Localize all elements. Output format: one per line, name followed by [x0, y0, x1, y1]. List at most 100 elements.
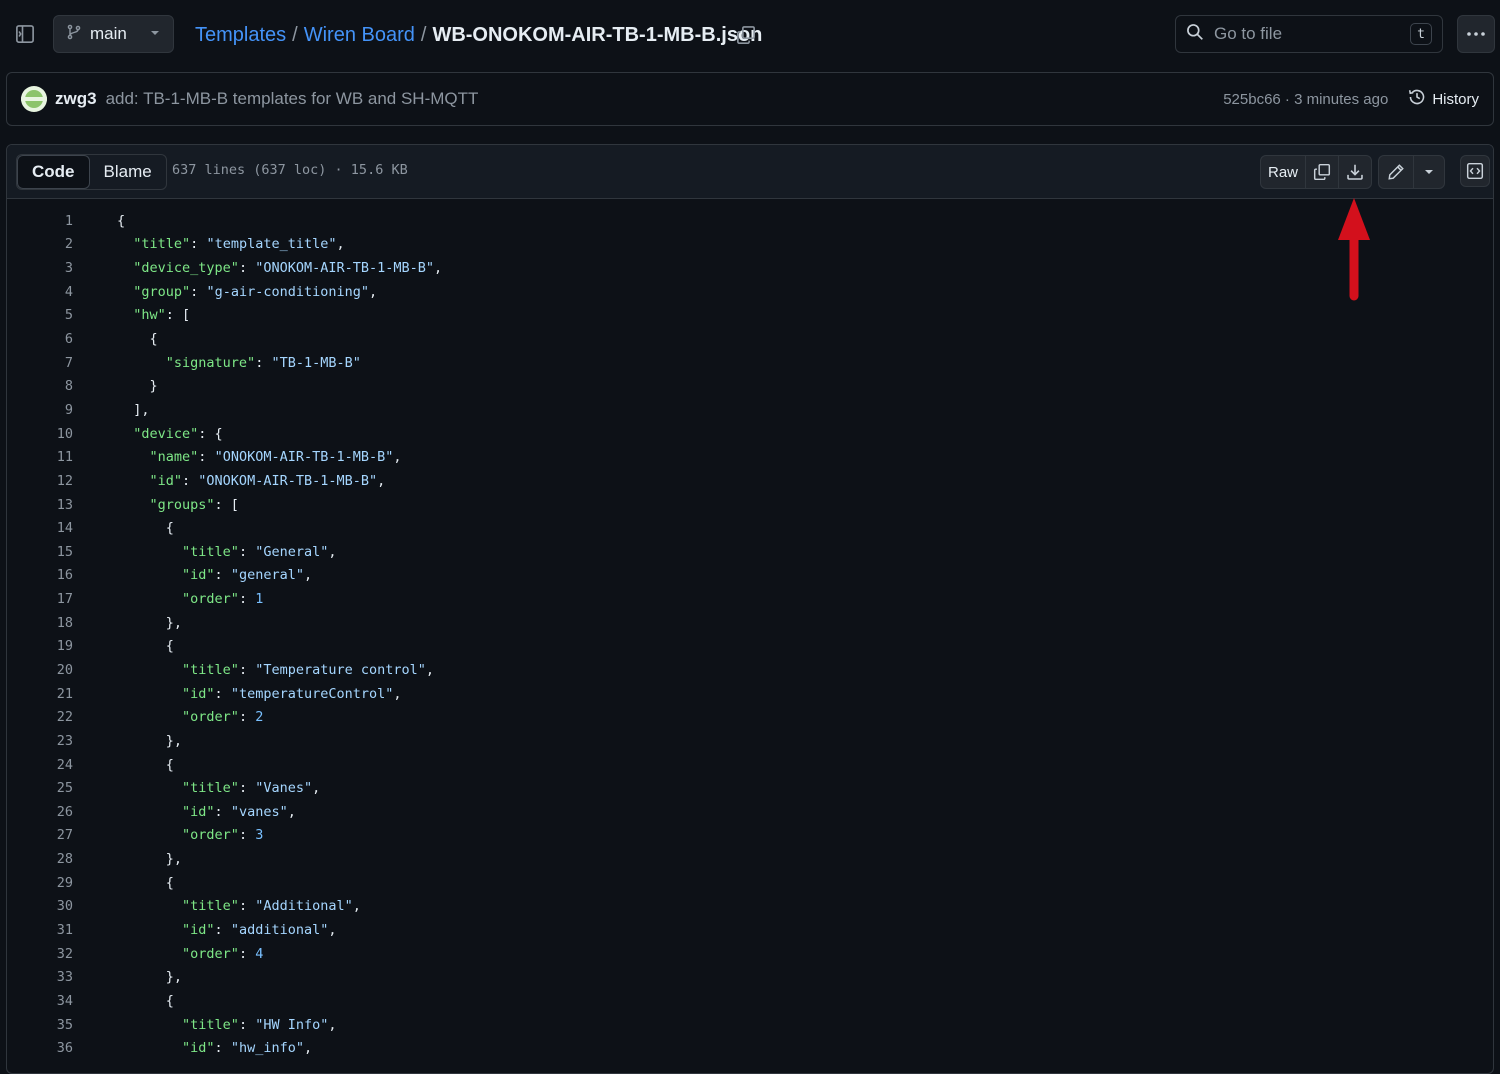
raw-actions-group: Raw: [1260, 155, 1372, 189]
code-view[interactable]: 1{2 "title": "template_title", 3 "device_…: [7, 209, 1493, 1060]
code-text: },: [117, 969, 183, 986]
code-line: 17 "order": 1: [7, 587, 1493, 611]
line-number[interactable]: 30: [7, 898, 73, 914]
line-number[interactable]: 24: [7, 757, 73, 773]
code-line: 20 "title": "Temperature control",: [7, 658, 1493, 682]
code-text: "order": 2: [182, 709, 264, 726]
line-number[interactable]: 2: [7, 236, 73, 252]
code-line: 23 },: [7, 729, 1493, 753]
line-number[interactable]: 28: [7, 851, 73, 867]
breadcrumb-templates-link[interactable]: Templates: [195, 24, 286, 47]
line-number[interactable]: 12: [7, 473, 73, 489]
line-number[interactable]: 33: [7, 969, 73, 985]
breadcrumb-wiren-board-link[interactable]: Wiren Board: [304, 24, 415, 47]
line-number[interactable]: 13: [7, 497, 73, 513]
line-number[interactable]: 26: [7, 804, 73, 820]
tab-code[interactable]: Code: [17, 155, 90, 189]
symbols-icon[interactable]: [1460, 155, 1490, 187]
code-text: "id": "temperatureControl",: [182, 685, 402, 702]
line-number[interactable]: 6: [7, 331, 73, 347]
line-number[interactable]: 19: [7, 638, 73, 654]
code-text: ],: [117, 401, 150, 418]
code-line: 27 "order": 3: [7, 824, 1493, 848]
code-line: 9 ],: [7, 398, 1493, 422]
line-number[interactable]: 29: [7, 875, 73, 891]
code-line: 10 "device": {: [7, 422, 1493, 446]
code-text: },: [117, 851, 183, 868]
code-line: 28 },: [7, 847, 1493, 871]
breadcrumb-separator: /: [292, 23, 298, 46]
edit-actions-group: [1378, 155, 1445, 189]
download-icon[interactable]: [1339, 156, 1371, 188]
line-number[interactable]: 17: [7, 591, 73, 607]
line-number[interactable]: 20: [7, 662, 73, 678]
line-number[interactable]: 1: [7, 213, 73, 229]
line-number[interactable]: 9: [7, 402, 73, 418]
go-to-file-placeholder: Go to file: [1214, 24, 1283, 43]
code-line: 35 "title": "HW Info",: [7, 1013, 1493, 1037]
line-number[interactable]: 36: [7, 1040, 73, 1056]
copy-icon[interactable]: [1306, 156, 1339, 188]
kebab-icon[interactable]: [1457, 15, 1495, 53]
line-number[interactable]: 35: [7, 1017, 73, 1033]
code-text: "device": {: [133, 425, 223, 442]
line-number[interactable]: 3: [7, 260, 73, 276]
top-bar: main Templates / Wiren Board / WB-ONOKOM…: [0, 0, 1500, 70]
code-text: {: [117, 331, 158, 348]
branch-icon: [66, 24, 82, 45]
caret-down-icon[interactable]: [1414, 156, 1444, 188]
red-arrow-annotation: [1338, 198, 1370, 301]
code-line: 12 "id": "ONOKOM-AIR-TB-1-MB-B",: [7, 469, 1493, 493]
breadcrumb-file-name: WB-ONOKOM-AIR-TB-1-MB-B.json: [432, 23, 763, 46]
line-number[interactable]: 14: [7, 520, 73, 536]
file-header: Code Blame 637 lines (637 loc) · 15.6 KB…: [7, 145, 1493, 199]
code-line: 31 "id": "additional",: [7, 918, 1493, 942]
line-number[interactable]: 11: [7, 449, 73, 465]
line-number[interactable]: 31: [7, 922, 73, 938]
line-number[interactable]: 5: [7, 307, 73, 323]
avatar[interactable]: [21, 86, 47, 112]
line-number[interactable]: 18: [7, 615, 73, 631]
code-line: 14 {: [7, 516, 1493, 540]
code-text: {: [117, 992, 174, 1009]
commit-message[interactable]: add: TB-1-MB-B templates for WB and SH-M…: [106, 89, 479, 109]
line-number[interactable]: 25: [7, 780, 73, 796]
raw-button[interactable]: Raw: [1261, 156, 1306, 188]
line-number[interactable]: 8: [7, 378, 73, 394]
line-number[interactable]: 4: [7, 284, 73, 300]
commit-meta[interactable]: 525bc66 · 3 minutes ago: [1223, 91, 1388, 108]
line-number[interactable]: 27: [7, 827, 73, 843]
line-number[interactable]: 32: [7, 946, 73, 962]
tab-blame[interactable]: Blame: [90, 155, 166, 189]
go-to-file-input[interactable]: Go to file t: [1175, 15, 1443, 53]
code-text: }: [117, 378, 158, 395]
history-button[interactable]: History: [1408, 88, 1479, 110]
line-number[interactable]: 10: [7, 426, 73, 442]
line-number[interactable]: 21: [7, 686, 73, 702]
line-number[interactable]: 23: [7, 733, 73, 749]
code-line: 8 }: [7, 374, 1493, 398]
code-line: 18 },: [7, 611, 1493, 635]
line-number[interactable]: 34: [7, 993, 73, 1009]
commit-author[interactable]: zwg3: [55, 89, 97, 109]
code-text: "order": 3: [182, 827, 264, 844]
breadcrumb: Templates / Wiren Board / WB-ONOKOM-AIR-…: [195, 22, 762, 48]
history-label: History: [1432, 90, 1479, 108]
code-line: 33 },: [7, 966, 1493, 990]
code-line: 7 "signature": "TB-1-MB-B": [7, 351, 1493, 375]
line-number[interactable]: 7: [7, 355, 73, 371]
branch-selector[interactable]: main: [53, 15, 174, 53]
code-text: "title": "Temperature control",: [182, 661, 435, 678]
line-number[interactable]: 15: [7, 544, 73, 560]
line-number[interactable]: 16: [7, 567, 73, 583]
copy-path-icon[interactable]: [734, 22, 758, 48]
code-text: {: [117, 874, 174, 891]
pencil-icon[interactable]: [1379, 156, 1414, 188]
sidebar-toggle-icon[interactable]: [10, 18, 40, 50]
file-viewer: Code Blame 637 lines (637 loc) · 15.6 KB…: [6, 144, 1494, 1074]
code-line: 36 "id": "hw_info",: [7, 1036, 1493, 1060]
code-line: 34 {: [7, 989, 1493, 1013]
code-line: 13 "groups": [: [7, 493, 1493, 517]
line-number[interactable]: 22: [7, 709, 73, 725]
code-line: 15 "title": "General",: [7, 540, 1493, 564]
